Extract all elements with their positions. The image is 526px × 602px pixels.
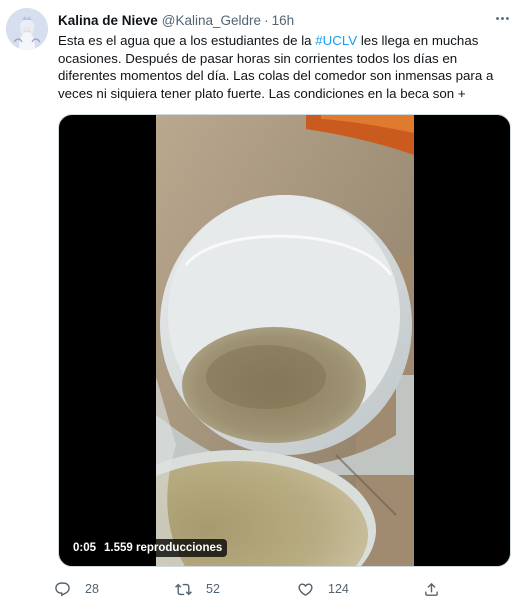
user-handle[interactable]: @Kalina_Geldre <box>162 13 261 28</box>
tweet-time[interactable]: 16h <box>272 13 295 28</box>
avatar[interactable] <box>6 8 48 50</box>
retweet-icon <box>175 583 192 595</box>
video-stats: 0:05 1.559 reproducciones <box>68 539 228 557</box>
reply-button[interactable]: 28 <box>54 578 99 600</box>
tweet-text-line: diferentes momentos del día. Las colas d… <box>58 68 494 83</box>
tweet-text-line: Esta es el agua que a los estudiantes de… <box>58 32 508 50</box>
tweet-actions: 28 52 124 <box>54 578 454 600</box>
tweet-header: Kalina de Nieve @Kalina_Geldre · 16h <box>58 11 294 29</box>
tweet[interactable]: Kalina de Nieve @Kalina_Geldre · 16h Est… <box>0 0 526 602</box>
tweet-text-segment: les llega en muchas <box>357 33 479 48</box>
reply-count: 28 <box>85 582 99 596</box>
more-options-button[interactable] <box>490 6 514 30</box>
heart-icon <box>298 582 313 596</box>
more-horizontal-icon <box>495 16 509 20</box>
tweet-text-line: ocasiones. Después de pasar horas sin co… <box>58 50 458 66</box>
like-button[interactable]: 124 <box>297 578 349 600</box>
view-count: 1.559 reproducciones <box>104 542 223 554</box>
video-player[interactable]: 0:05 1.559 reproducciones <box>58 114 511 567</box>
display-name[interactable]: Kalina de Nieve <box>58 13 158 28</box>
reply-icon <box>55 581 70 596</box>
share-icon <box>425 582 438 596</box>
like-count: 124 <box>328 582 349 596</box>
hashtag-link[interactable]: #UCLV <box>315 33 357 48</box>
tweet-text-segment: Esta es el agua que a los estudiantes de… <box>58 33 316 48</box>
tweet-text-line: veces ni siquiera tener plato fuerte. La… <box>58 85 466 101</box>
separator-dot: · <box>264 12 269 28</box>
video-frame <box>156 115 414 566</box>
share-button[interactable] <box>423 578 440 600</box>
tweet-text: Esta es el agua que a los estudiantes de… <box>58 32 508 102</box>
retweet-count: 52 <box>206 582 220 596</box>
video-timestamp: 0:05 <box>73 542 97 554</box>
retweet-button[interactable]: 52 <box>175 578 220 600</box>
